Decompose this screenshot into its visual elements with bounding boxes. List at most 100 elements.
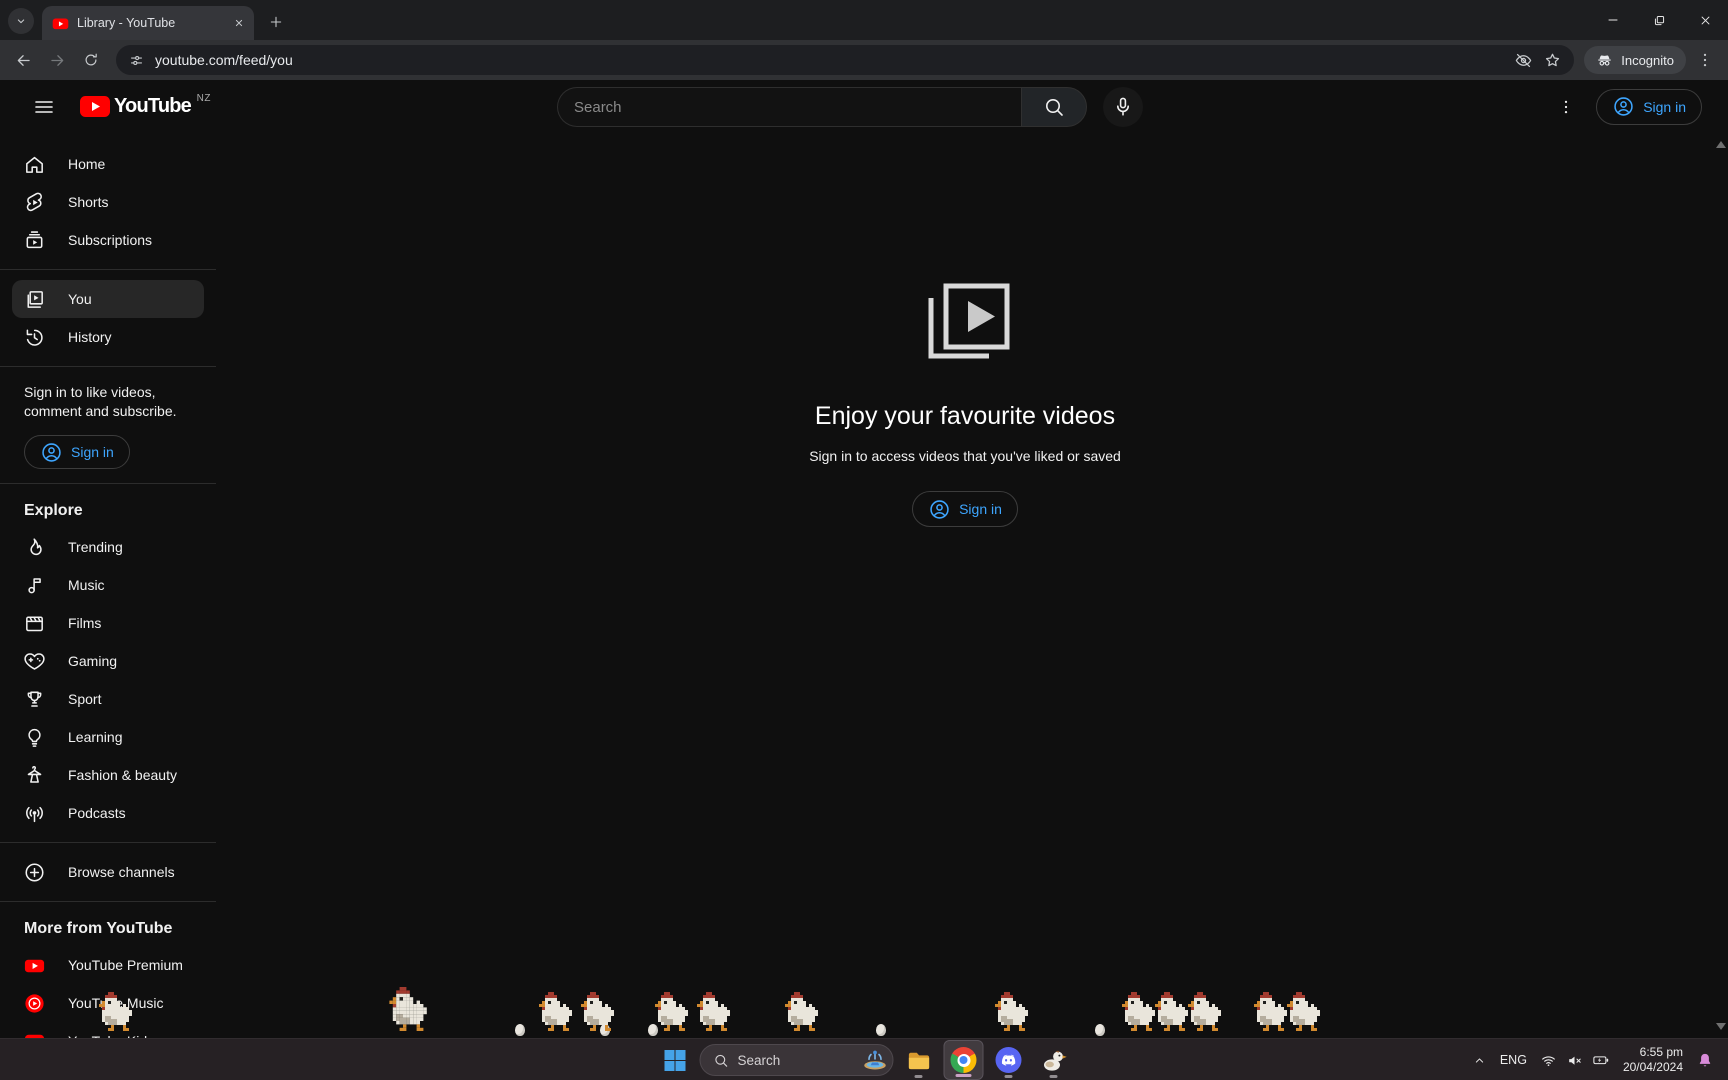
main-sign-in-button[interactable]: Sign in (912, 491, 1018, 527)
sign-in-label: Sign in (71, 444, 114, 460)
sidebar-item-home[interactable]: Home (12, 145, 204, 183)
eye-off-icon[interactable] (1514, 51, 1533, 70)
tray-time: 6:55 pm (1623, 1045, 1683, 1060)
sidebar-item-subscriptions[interactable]: Subscriptions (12, 221, 204, 259)
sidebar-sign-in-button[interactable]: Sign in (24, 435, 130, 469)
windows-taskbar: Search ENG 6:55 pm 20/04/2024 (0, 1038, 1728, 1080)
tray-status-icons[interactable] (1540, 1051, 1610, 1069)
tab-search-button[interactable] (8, 8, 34, 34)
minimize-button[interactable] (1590, 0, 1636, 40)
new-tab-button[interactable] (264, 10, 288, 34)
sidebar-item-sport[interactable]: Sport (12, 680, 204, 718)
dots-vertical-icon (1696, 51, 1714, 69)
system-tray: ENG 6:55 pm 20/04/2024 (1472, 1039, 1728, 1080)
header-right: Sign in (1546, 80, 1702, 133)
wifi-icon (1540, 1052, 1557, 1069)
sidebar-item-label: Films (68, 615, 101, 631)
restore-button[interactable] (1636, 0, 1682, 40)
sign-in-label: Sign in (1643, 99, 1686, 115)
page-scrollbar[interactable] (1714, 133, 1728, 1038)
gaming-icon (22, 650, 46, 673)
minimize-icon (1605, 12, 1621, 28)
page-title: Enjoy your favourite videos (815, 402, 1115, 431)
yt-kids-icon (22, 1030, 46, 1039)
forward-button[interactable] (42, 45, 72, 75)
notification-bell-icon[interactable] (1696, 1051, 1714, 1069)
fashion-icon (22, 764, 46, 787)
guide-menu-button[interactable] (24, 87, 64, 127)
header-sign-in-button[interactable]: Sign in (1596, 89, 1702, 125)
egg-sprite (1095, 1024, 1105, 1036)
sidebar-item-label: Sport (68, 691, 101, 707)
sidebar-item-podcasts[interactable]: Podcasts (12, 794, 204, 832)
sidebar-item-label: Browse channels (68, 864, 175, 880)
sidebar-item-you[interactable]: You (12, 280, 204, 318)
discord-button[interactable] (989, 1040, 1029, 1080)
sidebar-item-browse-channels[interactable]: Browse channels (12, 853, 204, 891)
bookmark-star-icon[interactable] (1543, 51, 1562, 70)
site-info-icon[interactable] (128, 52, 145, 69)
tray-date: 20/04/2024 (1623, 1060, 1683, 1075)
search-input[interactable] (557, 87, 1021, 127)
sidebar-item-label: Home (68, 156, 105, 172)
sidebar: Home ShortsSubscriptions YouHistory Sign in… (0, 133, 216, 1038)
start-button[interactable] (655, 1040, 695, 1080)
sidebar-item-shorts[interactable]: Shorts (12, 183, 204, 221)
address-bar[interactable]: youtube.com/feed/you (116, 45, 1574, 75)
voice-search-button[interactable] (1103, 87, 1143, 127)
tab-title: Library - YouTube (77, 16, 224, 30)
sport-icon (22, 688, 46, 711)
person-icon (1612, 95, 1635, 118)
tab-close-icon[interactable] (232, 16, 246, 30)
language-indicator[interactable]: ENG (1500, 1053, 1527, 1067)
you-icon (22, 288, 46, 311)
close-button[interactable] (1682, 0, 1728, 40)
shorts-icon (22, 191, 46, 214)
microphone-icon (1111, 95, 1135, 119)
sidebar-divider (0, 366, 216, 367)
chicken-app-button[interactable] (1034, 1040, 1074, 1080)
taskbar-center: Search (655, 1039, 1074, 1080)
incognito-badge: Incognito (1584, 46, 1686, 74)
scroll-down-arrow-icon[interactable] (1716, 1023, 1726, 1030)
chicken-sprite (96, 992, 135, 1036)
browser-tab-active[interactable]: Library - YouTube (42, 6, 254, 40)
sidebar-item-gaming[interactable]: Gaming (12, 642, 204, 680)
sidebar-divider (0, 269, 216, 270)
promo-text: Sign in to like videos, comment and subs… (24, 383, 184, 421)
taskbar-search[interactable]: Search (700, 1044, 894, 1076)
subscriptions-icon (22, 229, 46, 252)
sidebar-item-youtube-premium[interactable]: YouTube Premium (12, 946, 204, 984)
browser-menu-button[interactable] (1690, 45, 1720, 75)
back-button[interactable] (8, 45, 38, 75)
settings-menu-button[interactable] (1546, 87, 1586, 127)
main-content: Enjoy your favourite videos Sign in to a… (216, 133, 1714, 1038)
scroll-up-arrow-icon[interactable] (1716, 141, 1726, 148)
dots-vertical-icon (1557, 98, 1575, 116)
volume-muted-icon (1566, 1052, 1583, 1069)
chicken-sprite (1185, 992, 1224, 1036)
battery-icon (1592, 1051, 1610, 1069)
screen: { "chrome": { "tab_title": "Library - Yo… (0, 0, 1728, 1080)
home-icon (22, 153, 46, 176)
youtube-logo[interactable]: YouTube NZ (80, 95, 213, 118)
discord-icon (995, 1046, 1023, 1074)
sidebar-item-label: Fashion & beauty (68, 767, 177, 783)
file-explorer-button[interactable] (899, 1040, 939, 1080)
chicken-sprite (578, 992, 617, 1036)
reload-button[interactable] (76, 45, 106, 75)
sidebar-item-fashion-beauty[interactable]: Fashion & beauty (12, 756, 204, 794)
sidebar-item-films[interactable]: Films (12, 604, 204, 642)
back-icon (14, 51, 33, 70)
tray-chevron-up-icon[interactable] (1472, 1053, 1487, 1068)
plus-icon (268, 14, 284, 30)
search-button[interactable] (1021, 87, 1087, 127)
sidebar-item-trending[interactable]: Trending (12, 528, 204, 566)
chrome-button[interactable] (944, 1040, 984, 1080)
yt-music-icon (22, 992, 46, 1015)
sidebar-item-learning[interactable]: Learning (12, 718, 204, 756)
taskbar-clock[interactable]: 6:55 pm 20/04/2024 (1623, 1045, 1683, 1075)
sidebar-item-music[interactable]: Music (12, 566, 204, 604)
search-area (557, 87, 1143, 127)
sidebar-item-history[interactable]: History (12, 318, 204, 356)
